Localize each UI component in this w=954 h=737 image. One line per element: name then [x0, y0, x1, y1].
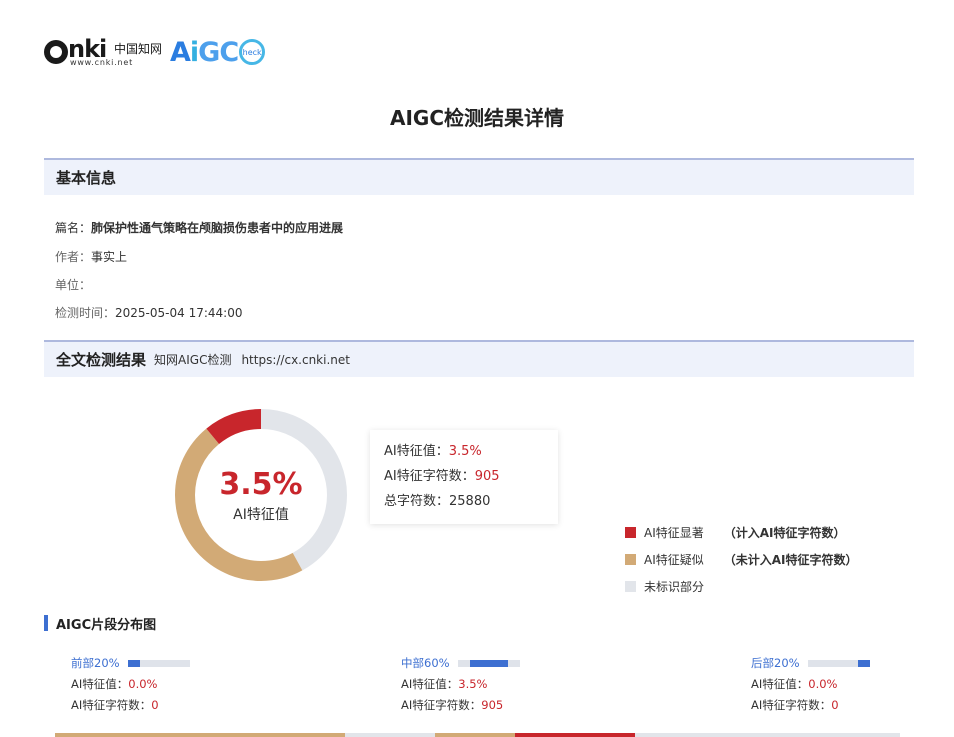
strip-suspected [435, 733, 515, 737]
segment-name: 后部20% [751, 656, 800, 670]
legend-swatch [625, 527, 636, 538]
segment-chars-label: AI特征字符数： [751, 698, 832, 712]
stat-total: 25880 [449, 494, 491, 509]
strip-suspected [55, 733, 345, 737]
segment-ai-label: AI特征值： [71, 677, 129, 691]
strip-significant [515, 733, 635, 737]
legend-item-unmarked: 未标识部分 [625, 573, 858, 600]
basic-info-header: 基本信息 [44, 158, 914, 195]
full-result-service: 知网AIGC检测 [154, 353, 232, 367]
segment-chars-label: AI特征字符数： [71, 698, 152, 712]
check-time-value: 2025-05-04 17:44:00 [115, 306, 243, 320]
segment-bar [807, 660, 870, 667]
legend-swatch [625, 554, 636, 565]
segment-ai-value: 0.0% [808, 677, 838, 691]
fragment-distribution-strip [55, 733, 900, 737]
stat-ai-chars-label: AI特征字符数： [384, 469, 475, 484]
author-row: 作者：事实上 [55, 248, 127, 265]
full-result-heading: 全文检测结果 [56, 351, 147, 369]
full-result-header: 全文检测结果 知网AIGC检测 https://cx.cnki.net [44, 340, 914, 377]
segment-bar [457, 660, 520, 667]
legend: AI特征显著 （计入AI特征字符数） AI特征疑似 （未计入AI特征字符数） 未… [625, 519, 858, 600]
segment-ai-label: AI特征值： [401, 677, 459, 691]
article-title-row: 篇名：肺保护性通气策略在颅脑损伤患者中的应用进展 [55, 219, 343, 236]
legend-item-suspected: AI特征疑似 （未计入AI特征字符数） [625, 546, 858, 573]
cnki-c-mark [44, 40, 68, 64]
stat-total-row: 总字符数：25880 [384, 492, 544, 517]
full-result-url[interactable]: https://cx.cnki.net [241, 353, 350, 367]
unit-label: 单位： [55, 278, 92, 292]
aigc-wordmark: AiGC [170, 36, 239, 68]
aigc-check-logo: AiGC heck [170, 36, 266, 68]
distribution-title: AIGC片段分布图 [56, 617, 157, 633]
stats-box: AI特征值：3.5% AI特征字符数：905 总字符数：25880 [370, 430, 558, 524]
stat-ai-chars: 905 [474, 469, 500, 484]
segment-back: 后部20% AI特征值：0.0% AI特征字符数：0 [751, 653, 870, 716]
strip-unmarked [345, 733, 435, 737]
check-time-label: 检测时间： [55, 306, 116, 320]
segment-ai-value: 3.5% [458, 677, 488, 691]
legend-item-significant: AI特征显著 （计入AI特征字符数） [625, 519, 858, 546]
heading-marker [44, 615, 48, 631]
donut-center: 3.5% AI特征值 [170, 404, 352, 586]
page-title: AIGC检测结果详情 [389, 106, 564, 130]
segment-chars-value: 905 [481, 698, 504, 712]
segment-chars-label: AI特征字符数： [401, 698, 482, 712]
donut-percent: 3.5% [219, 466, 303, 502]
legend-note: （计入AI特征字符数） [723, 526, 846, 540]
segment-chars-value: 0 [831, 698, 839, 712]
legend-label: AI特征显著 [644, 526, 704, 540]
segment-bar [127, 660, 190, 667]
cnki-url: www.cnki.net [70, 58, 134, 67]
legend-label: AI特征疑似 [644, 553, 704, 567]
cnki-chinese-name: 中国知网 [114, 42, 163, 56]
basic-info-heading: 基本信息 [56, 169, 117, 187]
unit-row: 单位： [55, 276, 91, 293]
article-value: 肺保护性通气策略在颅脑损伤患者中的应用进展 [91, 221, 344, 235]
segment-name: 前部20% [71, 656, 120, 670]
author-value: 事实上 [91, 250, 128, 264]
legend-label: 未标识部分 [644, 580, 705, 594]
segment-ai-label: AI特征值： [751, 677, 809, 691]
distribution-heading: AIGC片段分布图 [44, 614, 157, 633]
ai-ratio-donut: 3.5% AI特征值 [170, 404, 352, 586]
legend-note: （未计入AI特征字符数） [723, 553, 858, 567]
stat-total-label: 总字符数： [384, 494, 450, 509]
segment-front: 前部20% AI特征值：0.0% AI特征字符数：0 [71, 653, 190, 716]
author-label: 作者： [55, 250, 92, 264]
stat-ai-value-row: AI特征值：3.5% [384, 442, 544, 467]
legend-swatch [625, 581, 636, 592]
check-circle-icon: heck [239, 39, 266, 65]
segment-chars-value: 0 [151, 698, 159, 712]
cnki-logo: nki 中国知网 www.cnki.net [44, 35, 164, 69]
article-label: 篇名： [55, 221, 92, 235]
strip-unmarked [635, 733, 900, 737]
stat-ai-value: 3.5% [448, 444, 482, 459]
check-time-row: 检测时间：2025-05-04 17:44:00 [55, 304, 242, 321]
cnki-aigc-logo: nki 中国知网 www.cnki.net AiGC heck [44, 34, 266, 70]
segment-ai-value: 0.0% [128, 677, 158, 691]
segment-name: 中部60% [401, 656, 450, 670]
stat-ai-value-label: AI特征值： [384, 444, 449, 459]
stat-ai-chars-row: AI特征字符数：905 [384, 467, 544, 492]
donut-label: AI特征值 [233, 506, 289, 523]
segment-middle: 中部60% AI特征值：3.5% AI特征字符数：905 [401, 653, 520, 716]
